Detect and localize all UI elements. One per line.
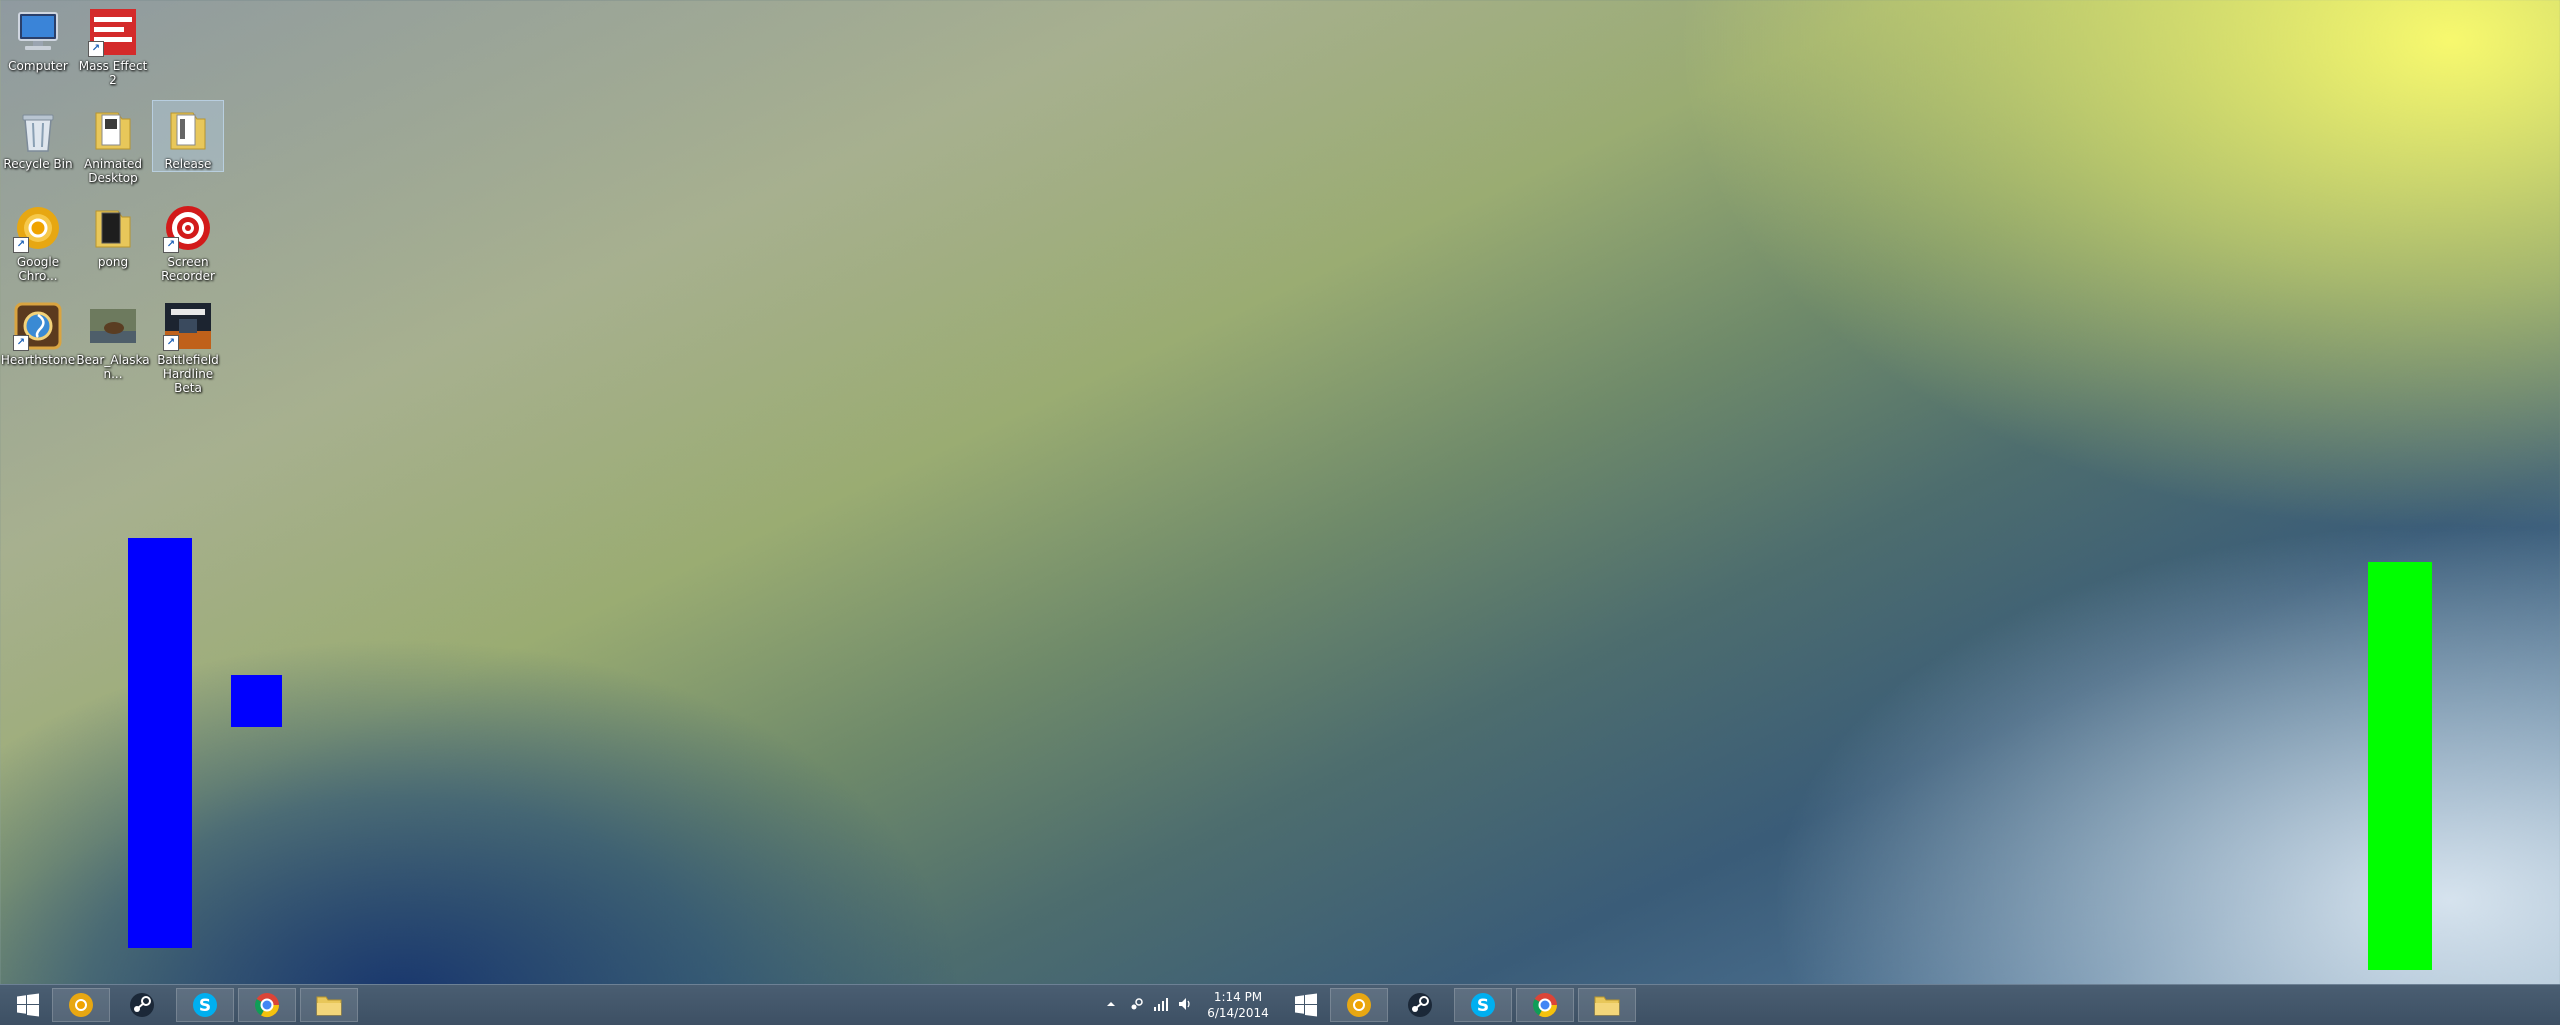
- chrome-canary-icon: ↗: [13, 203, 63, 253]
- desktop-icon-hearthstone[interactable]: ↗ Hearthstone: [0, 296, 76, 368]
- desktop-icon-pong[interactable]: pong: [77, 198, 149, 270]
- taskbar-clock[interactable]: 1:14 PM 6/14/2014: [1198, 989, 1278, 1021]
- taskbar-skype-button[interactable]: S: [176, 988, 234, 1022]
- icon-label: Computer: [8, 59, 68, 73]
- shortcut-arrow-icon: ↗: [13, 237, 29, 253]
- recycle-bin-icon: [13, 105, 63, 155]
- shortcut-arrow-icon: ↗: [163, 335, 179, 351]
- pong-ball: [231, 675, 282, 727]
- desktop-icon-screen-recorder[interactable]: ↗ Screen Recorder: [152, 198, 224, 284]
- volume-button[interactable]: [1176, 995, 1194, 1013]
- left-paddle[interactable]: [128, 538, 192, 948]
- icon-label: Google Chro...: [16, 255, 60, 283]
- steam-icon: [1408, 993, 1432, 1017]
- taskbar-steam-button[interactable]: [114, 988, 170, 1022]
- taskbar-file-explorer-button-secondary[interactable]: [1578, 988, 1636, 1022]
- skype-icon: S: [1471, 993, 1495, 1017]
- clock-date: 6/14/2014: [1207, 1006, 1269, 1020]
- volume-icon: [1179, 998, 1190, 1010]
- icon-label: Release: [164, 157, 212, 171]
- icon-label: Bear_Alaskan...: [76, 353, 150, 381]
- start-button[interactable]: [0, 988, 56, 1022]
- mass-effect-icon: ↗: [88, 7, 138, 57]
- battlefield-icon: ↗: [163, 301, 213, 351]
- file-explorer-icon: [316, 996, 342, 1016]
- taskbar-chrome-canary-button-secondary[interactable]: [1330, 988, 1388, 1022]
- chevron-up-icon: [1107, 1002, 1115, 1006]
- screen-recorder-icon: ↗: [163, 203, 213, 253]
- steam-tray-icon: [1131, 998, 1143, 1010]
- desktop-icon-battlefield-hardline[interactable]: ↗ Battlefield Hardline Beta: [152, 296, 224, 396]
- shortcut-arrow-icon: ↗: [163, 237, 179, 253]
- file-explorer-icon: [1594, 996, 1620, 1016]
- desktop-icon-computer[interactable]: Computer: [2, 2, 74, 74]
- taskbar-chrome-button-secondary[interactable]: [1516, 988, 1574, 1022]
- desktop-icon-mass-effect-2[interactable]: ↗ Mass Effect 2: [77, 2, 149, 88]
- folder-icon: [163, 105, 213, 155]
- icon-label: Screen Recorder: [161, 255, 215, 283]
- network-icon: [1154, 998, 1168, 1011]
- shortcut-arrow-icon: ↗: [88, 41, 104, 57]
- start-button-secondary[interactable]: [1278, 988, 1334, 1022]
- taskbar-steam-button-secondary[interactable]: [1392, 988, 1448, 1022]
- folder-icon: [88, 105, 138, 155]
- taskbar-chrome-canary-button[interactable]: [52, 988, 110, 1022]
- icon-label: Mass Effect 2: [78, 59, 148, 87]
- folder-icon: [88, 203, 138, 253]
- start-icon: [1295, 993, 1317, 1017]
- icon-label: pong: [97, 255, 129, 269]
- icon-label: Recycle Bin: [3, 157, 73, 171]
- taskbar-file-explorer-button[interactable]: [300, 988, 358, 1022]
- steam-icon: [130, 993, 154, 1017]
- chrome-canary-icon: [1347, 993, 1371, 1017]
- start-icon: [17, 993, 39, 1017]
- steam-tray-button[interactable]: [1128, 995, 1146, 1013]
- chrome-icon: [1532, 993, 1557, 1018]
- shortcut-arrow-icon: ↗: [13, 335, 29, 351]
- desktop-icon-recycle-bin[interactable]: Recycle Bin: [2, 100, 74, 172]
- taskbar-skype-button-secondary[interactable]: S: [1454, 988, 1512, 1022]
- chrome-icon: [254, 993, 279, 1018]
- svg-text:S: S: [1477, 996, 1489, 1016]
- desktop-icon-bear-alaskan[interactable]: Bear_Alaskan...: [76, 296, 150, 382]
- icon-label: Hearthstone: [0, 353, 76, 367]
- desktop-icon-release[interactable]: Release: [152, 100, 224, 172]
- icon-label: Battlefield Hardline Beta: [157, 353, 219, 395]
- network-button[interactable]: [1152, 995, 1170, 1013]
- computer-icon: [13, 7, 63, 57]
- svg-text:S: S: [199, 996, 211, 1016]
- clock-time: 1:14 PM: [1213, 990, 1263, 1004]
- taskbar-chrome-button[interactable]: [238, 988, 296, 1022]
- chrome-canary-icon: [69, 993, 93, 1017]
- image-thumbnail-icon: [88, 301, 138, 351]
- right-paddle[interactable]: [2368, 562, 2432, 970]
- show-hidden-icons-button[interactable]: [1102, 995, 1120, 1013]
- hearthstone-icon: ↗: [13, 301, 63, 351]
- desktop-icon-animated-desktop[interactable]: Animated Desktop: [77, 100, 149, 186]
- taskbar: S 1:14 PM 6/14/2014 S: [0, 984, 2560, 1025]
- icon-label: Animated Desktop: [84, 157, 142, 185]
- desktop-icon-google-chrome[interactable]: ↗ Google Chro...: [2, 198, 74, 284]
- skype-icon: S: [193, 993, 217, 1017]
